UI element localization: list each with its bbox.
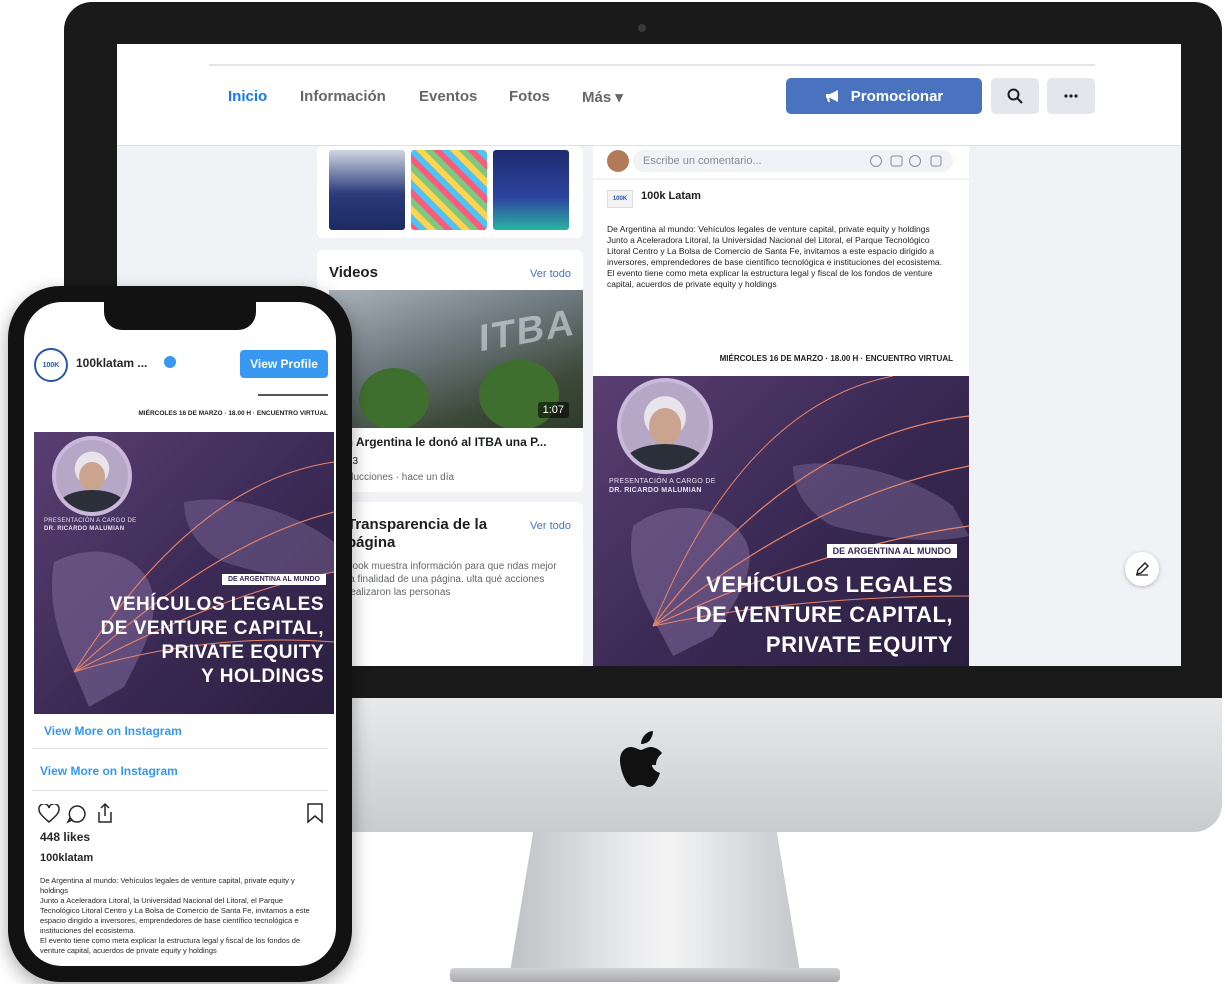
transparency-card: Transparencia de la página Ver todo book… xyxy=(317,502,583,666)
videos-title: Videos xyxy=(329,264,378,281)
page-avatar[interactable]: 100K xyxy=(607,190,633,208)
tab-inicio[interactable]: Inicio xyxy=(228,88,267,105)
post-body: De Argentina al mundo: Vehículos legales… xyxy=(607,224,942,289)
post-image[interactable]: PRESENTACIÓN A CARGO DE DR. RICARDO MALU… xyxy=(593,376,969,666)
speaker-body xyxy=(625,443,705,470)
post-card: 100K 100k Latam De Argentina al mundo: V… xyxy=(593,180,969,666)
tab-fotos[interactable]: Fotos xyxy=(509,88,550,105)
instagram-post-image[interactable]: PRESENTACIÓN A CARGO DE DR. RICARDO MALU… xyxy=(34,432,334,714)
speaker-caption-line1: PRESENTACIÓN A CARGO DE xyxy=(609,478,716,485)
page-nav-bar: Inicio Información Eventos Fotos Más ▾ P… xyxy=(117,44,1181,146)
heart-icon[interactable] xyxy=(38,804,60,824)
instagram-event-line: MIÉRCOLES 16 DE MARZO · 18.00 H · ENCUEN… xyxy=(138,410,328,417)
instagram-headline-line3: PRIVATE EQUITY xyxy=(161,642,324,663)
video-thumbnail[interactable]: ITBA 1:07 xyxy=(329,290,583,428)
transparency-title: Transparencia de la página xyxy=(347,516,488,551)
tree-shape xyxy=(359,368,429,428)
comment-icon[interactable] xyxy=(66,804,88,824)
transparency-body: book muestra información para que ndas m… xyxy=(347,561,557,598)
building-sign-text: ITBA xyxy=(479,301,576,361)
speaker-caption-line1: PRESENTACIÓN A CARGO DE xyxy=(44,518,137,524)
tab-eventos[interactable]: Eventos xyxy=(419,88,477,105)
commenter-avatar xyxy=(607,150,629,172)
view-more-link-secondary[interactable]: View More on Instagram xyxy=(40,764,178,778)
left-column: Videos Ver todo ITBA 1:07 an Argentina l… xyxy=(317,146,583,666)
instagram-headline-line1: VEHÍCULOS LEGALES xyxy=(109,594,324,615)
instagram-headline-line2: DE VENTURE CAPITAL, xyxy=(100,618,324,639)
likes-count: 448 likes xyxy=(40,830,91,844)
ellipsis-icon xyxy=(1064,94,1078,98)
share-icon[interactable] xyxy=(94,802,116,824)
speaker-caption-line2: DR. RICARDO MALUMIAN xyxy=(609,487,702,494)
post-headline-line3: PRIVATE EQUITY xyxy=(765,632,953,657)
divider xyxy=(32,790,328,791)
post-headline-line1: VEHÍCULOS LEGALES xyxy=(706,572,953,597)
more-options-button[interactable] xyxy=(1047,78,1095,114)
search-icon xyxy=(1007,88,1023,104)
comment-bar: Escribe un comentario... xyxy=(593,146,969,178)
photo-thumb[interactable] xyxy=(411,150,487,230)
photo-thumb[interactable] xyxy=(493,150,569,230)
bookmark-icon[interactable] xyxy=(306,802,324,824)
instagram-avatar[interactable]: 100K xyxy=(34,348,68,382)
instagram-action-bar xyxy=(38,802,328,828)
megaphone-icon xyxy=(825,90,838,102)
view-more-link[interactable]: View More on Instagram xyxy=(44,724,182,738)
camera xyxy=(638,24,646,32)
instagram-headline-line4: Y HOLDINGS xyxy=(201,666,324,687)
post-tag: DE ARGENTINA AL MUNDO xyxy=(826,544,957,558)
post-event-line: MIÉRCOLES 16 DE MARZO · 18.00 H · ENCUEN… xyxy=(719,354,953,363)
transparency-see-all-link[interactable]: Ver todo xyxy=(530,520,571,532)
compose-button[interactable] xyxy=(1125,552,1159,586)
video-title[interactable]: an Argentina le donó al ITBA una P... xyxy=(339,436,547,449)
videos-see-all-link[interactable]: Ver todo xyxy=(530,268,571,280)
videos-card: Videos Ver todo ITBA 1:07 an Argentina l… xyxy=(317,250,583,492)
photos-card xyxy=(317,146,583,238)
speaker-face xyxy=(649,408,681,444)
instagram-username[interactable]: 100klatam ... xyxy=(76,356,147,370)
tab-informacion[interactable]: Información xyxy=(300,88,386,105)
post-page-name[interactable]: 100k Latam xyxy=(641,190,701,202)
search-button[interactable] xyxy=(991,78,1039,114)
iphone: 100K 100klatam ... View Profile MIÉRCOLE… xyxy=(8,286,352,982)
instagram-post-tag: DE ARGENTINA AL MUNDO xyxy=(221,574,326,585)
speaker-face xyxy=(79,461,105,491)
verified-badge-icon xyxy=(164,356,176,368)
photo-thumb[interactable] xyxy=(329,150,405,230)
promote-button[interactable]: Promocionar xyxy=(786,78,982,114)
post-column: Escribe un comentario... 100K 100k Latam… xyxy=(593,146,969,666)
divider xyxy=(32,748,328,749)
view-profile-button[interactable]: View Profile xyxy=(240,350,328,378)
comment-emoji-icons[interactable] xyxy=(869,154,949,168)
instagram-header: 100K 100klatam ... View Profile xyxy=(24,342,336,386)
promote-label: Promocionar xyxy=(850,87,944,105)
phone-notch xyxy=(104,302,256,330)
speaker-caption-line2: DR. RICARDO MALUMIAN xyxy=(44,526,125,532)
imac-stand xyxy=(510,832,800,972)
header-divider xyxy=(258,394,328,396)
caption-username[interactable]: 100klatam xyxy=(40,852,93,864)
apple-logo-icon xyxy=(620,731,662,787)
post-headline-line2: DE VENTURE CAPITAL, xyxy=(695,602,953,627)
speaker-photo xyxy=(52,436,132,516)
edit-icon xyxy=(1136,562,1149,576)
post-caption: De Argentina al mundo: Vehículos legales… xyxy=(40,876,310,955)
video-meta: roducciones · hace un día xyxy=(339,472,455,483)
tab-mas[interactable]: Más ▾ xyxy=(582,88,623,106)
nav-divider xyxy=(209,64,1095,66)
imac-stand-foot xyxy=(450,968,840,982)
video-duration: 1:07 xyxy=(537,402,569,418)
speaker-photo xyxy=(617,378,713,474)
instagram-embed: 100K 100klatam ... View Profile MIÉRCOLE… xyxy=(24,302,336,966)
